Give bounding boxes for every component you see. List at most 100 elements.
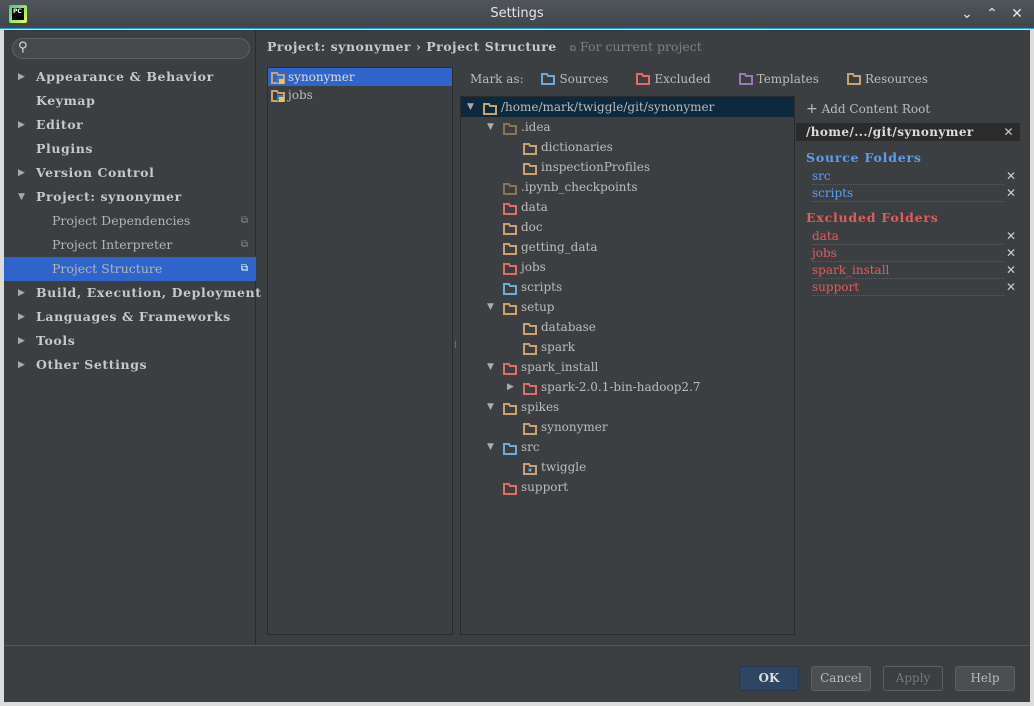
excluded-folder-item[interactable]: data xyxy=(812,228,1004,245)
expand-right-arrow-icon[interactable]: ▶ xyxy=(18,65,25,89)
tree-node[interactable]: ▼ /home/mark/twiggle/git/synonymer xyxy=(461,97,794,117)
mark-as-templates-button[interactable]: Templates xyxy=(738,72,833,88)
tree-node[interactable]: .ipynb_checkpoints xyxy=(461,177,794,197)
remove-root-close-icon[interactable]: ✕ xyxy=(1004,123,1014,141)
tree-node[interactable]: spark xyxy=(461,337,794,357)
search-input[interactable]: ⚲ xyxy=(12,38,250,59)
tree-node-label: inspectionProfiles xyxy=(541,160,650,174)
collapse-arrow-icon[interactable]: ▼ xyxy=(487,117,494,137)
source-folder-item[interactable]: scripts xyxy=(812,185,1004,202)
expand-right-arrow-icon[interactable]: ▶ xyxy=(18,281,25,305)
sidebar-item[interactable]: ▶ Version Control xyxy=(4,161,256,185)
tree-node[interactable]: ▼ setup xyxy=(461,297,794,317)
collapse-arrow-icon[interactable]: ▼ xyxy=(487,437,494,457)
sidebar-item[interactable]: Project Dependencies ⧉ xyxy=(4,209,256,233)
sidebar-item[interactable]: ▶ Editor xyxy=(4,113,256,137)
apply-button[interactable]: Apply xyxy=(883,666,943,691)
sidebar-item[interactable]: ▶ Build, Execution, Deployment xyxy=(4,281,261,305)
tree-node[interactable]: database xyxy=(461,317,794,337)
collapse-arrow-icon[interactable]: ▼ xyxy=(487,297,494,317)
sidebar-item[interactable]: ▶ Other Settings xyxy=(4,353,256,377)
tree-node[interactable]: ▼ src xyxy=(461,437,794,457)
sidebar-item[interactable]: ▶ Languages & Frameworks xyxy=(4,305,256,329)
sidebar-item-label: Languages & Frameworks xyxy=(36,309,231,324)
collapse-arrow-icon[interactable]: ▼ xyxy=(487,357,494,377)
expand-right-arrow-icon[interactable]: ▶ xyxy=(18,161,25,185)
expand-right-arrow-icon[interactable]: ▶ xyxy=(18,353,25,377)
remove-source-folder-close-icon[interactable]: ✕ xyxy=(1006,169,1016,183)
tree-node-label: spark xyxy=(541,340,576,354)
tree-node-label: spark-2.0.1-bin-hadoop2.7 xyxy=(541,380,701,394)
sidebar-item[interactable]: Plugins xyxy=(4,137,256,161)
tree-node[interactable]: support xyxy=(461,477,794,497)
mark-as-excluded-button[interactable]: Excluded xyxy=(636,72,724,88)
sidebar-item[interactable]: Keymap xyxy=(4,89,256,113)
title-bar: PC Settings ⌄ ⌃ ✕ xyxy=(0,0,1034,29)
tree-node[interactable]: synonymer xyxy=(461,417,794,437)
tree-node[interactable]: jobs xyxy=(461,257,794,277)
sidebar-item-label: Project: synonymer xyxy=(36,189,182,204)
tree-node-label: data xyxy=(521,200,548,214)
sidebar-item[interactable]: ▼ Project: synonymer xyxy=(4,185,256,209)
tree-node-label: jobs xyxy=(521,260,546,274)
source-folder-label: src xyxy=(812,169,832,183)
remove-excluded-folder-close-icon[interactable]: ✕ xyxy=(1006,263,1016,277)
ok-button[interactable]: OK xyxy=(739,666,799,691)
sidebar-item[interactable]: Project Structure ⧉ xyxy=(4,257,256,281)
project-tree[interactable]: ▼ /home/mark/twiggle/git/synonymer ▼ .idea d… xyxy=(460,96,795,635)
breadcrumb-separator: › xyxy=(415,39,422,54)
expand-right-arrow-icon[interactable]: ▶ xyxy=(18,305,25,329)
sidebar-item-label: Project Dependencies xyxy=(52,213,191,228)
splitter-handle[interactable]: ⁞ xyxy=(454,340,457,351)
mark-as-option-label: Sources xyxy=(559,72,609,86)
excluded-folder-item[interactable]: jobs xyxy=(812,245,1004,262)
remove-excluded-folder-close-icon[interactable]: ✕ xyxy=(1006,229,1016,243)
sidebar-item-label: Editor xyxy=(36,117,84,132)
maximize-button[interactable]: ⌃ xyxy=(983,5,1001,23)
add-content-root-button[interactable]: + Add Content Root xyxy=(806,101,930,117)
source-folder-item[interactable]: src xyxy=(812,168,1004,185)
tree-node-label: support xyxy=(521,480,569,494)
remove-source-folder-close-icon[interactable]: ✕ xyxy=(1006,186,1016,200)
remove-excluded-folder-close-icon[interactable]: ✕ xyxy=(1006,246,1016,260)
tree-node-label: twiggle xyxy=(541,460,587,474)
tree-node[interactable]: inspectionProfiles xyxy=(461,157,794,177)
tree-node[interactable]: dictionaries xyxy=(461,137,794,157)
expand-down-arrow-icon[interactable]: ▼ xyxy=(18,185,25,209)
close-button[interactable]: ✕ xyxy=(1008,5,1026,23)
sidebar-item[interactable]: ▶ Appearance & Behavior xyxy=(4,65,256,89)
tree-node[interactable]: scripts xyxy=(461,277,794,297)
remove-excluded-folder-close-icon[interactable]: ✕ xyxy=(1006,280,1016,294)
expand-right-arrow-icon[interactable]: ▶ xyxy=(18,329,25,353)
minimize-button[interactable]: ⌄ xyxy=(958,5,976,23)
tree-node[interactable]: data xyxy=(461,197,794,217)
module-item[interactable]: jobs xyxy=(268,86,452,104)
tree-node[interactable]: ▼ .idea xyxy=(461,117,794,137)
tree-node[interactable]: getting_data xyxy=(461,237,794,257)
tree-node[interactable]: twiggle xyxy=(461,457,794,477)
tree-node-label: doc xyxy=(521,220,543,234)
tree-node[interactable]: doc xyxy=(461,217,794,237)
sidebar-item[interactable]: Project Interpreter ⧉ xyxy=(4,233,256,257)
add-content-root-label: Add Content Root xyxy=(821,102,931,116)
excluded-folder-item[interactable]: support xyxy=(812,279,1004,296)
module-item[interactable]: synonymer xyxy=(268,68,452,86)
excluded-folder-item[interactable]: spark_install xyxy=(812,262,1004,279)
mark-as-toolbar: Mark as: Sources Excluded Templates Resourc… xyxy=(470,72,956,88)
excluded-folder-icon xyxy=(503,481,517,501)
mark-as-resources-button[interactable]: Resources xyxy=(846,72,942,88)
tree-node-label: synonymer xyxy=(541,420,608,434)
help-button[interactable]: Help xyxy=(955,666,1015,691)
collapse-arrow-icon[interactable]: ▼ xyxy=(487,397,494,417)
tree-node[interactable]: ▼ spark_install xyxy=(461,357,794,377)
tree-node[interactable]: ▼ spikes xyxy=(461,397,794,417)
expand-right-arrow-icon[interactable]: ▶ xyxy=(18,113,25,137)
expand-arrow-icon[interactable]: ▶ xyxy=(507,377,514,397)
tree-node[interactable]: ▶ spark-2.0.1-bin-hadoop2.7 xyxy=(461,377,794,397)
collapse-arrow-icon[interactable]: ▼ xyxy=(467,97,474,117)
sidebar-item[interactable]: ▶ Tools xyxy=(4,329,256,353)
resources-folder-icon xyxy=(846,73,861,88)
excluded-folder-label: jobs xyxy=(812,246,838,260)
mark-as-sources-button[interactable]: Sources xyxy=(541,72,622,88)
cancel-button[interactable]: Cancel xyxy=(811,666,871,691)
